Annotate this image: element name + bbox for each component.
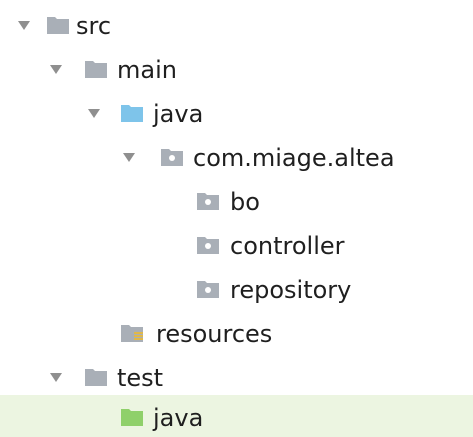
tree-node-label: bo — [230, 188, 260, 216]
expand-arrow-icon[interactable] — [50, 65, 62, 74]
tree-node-label: resources — [156, 320, 273, 348]
expand-arrow-icon[interactable] — [18, 21, 30, 30]
tree-node-main-java[interactable]: java — [0, 92, 473, 136]
folder-icon — [46, 15, 70, 35]
package-icon — [160, 147, 184, 167]
tree-node-package-bo[interactable]: bo — [0, 180, 473, 224]
tree-node-package-repository[interactable]: repository — [0, 268, 473, 312]
tree-node-package-controller[interactable]: controller — [0, 224, 473, 268]
folder-icon — [84, 367, 108, 387]
tree-node-label: src — [76, 12, 112, 40]
tree-node-main[interactable]: main — [0, 48, 473, 92]
tree-node-label: java — [153, 100, 204, 128]
tree-node-label: main — [117, 56, 177, 84]
package-icon — [196, 279, 220, 299]
tree-node-src[interactable]: src — [0, 4, 473, 48]
resources-folder-icon — [120, 323, 144, 343]
tree-node-label: java — [153, 404, 204, 432]
tree-node-test-java[interactable]: java — [0, 395, 473, 437]
tree-node-resources[interactable]: resources — [0, 312, 473, 356]
tree-node-label: controller — [230, 232, 345, 260]
tree-node-package-com-miage-altea[interactable]: com.miage.altea — [0, 136, 473, 180]
tree-node-test[interactable]: test — [0, 356, 473, 400]
project-tree: src main java com.miage.altea bo control… — [0, 0, 473, 437]
tree-node-label: repository — [230, 276, 352, 304]
test-source-folder-icon — [120, 407, 144, 427]
tree-node-label: test — [117, 364, 164, 392]
tree-node-label: com.miage.altea — [193, 144, 395, 172]
expand-arrow-icon[interactable] — [50, 373, 62, 382]
package-icon — [196, 191, 220, 211]
source-folder-icon — [120, 103, 144, 123]
expand-arrow-icon[interactable] — [123, 153, 135, 162]
folder-icon — [84, 59, 108, 79]
expand-arrow-icon[interactable] — [88, 109, 100, 118]
package-icon — [196, 235, 220, 255]
